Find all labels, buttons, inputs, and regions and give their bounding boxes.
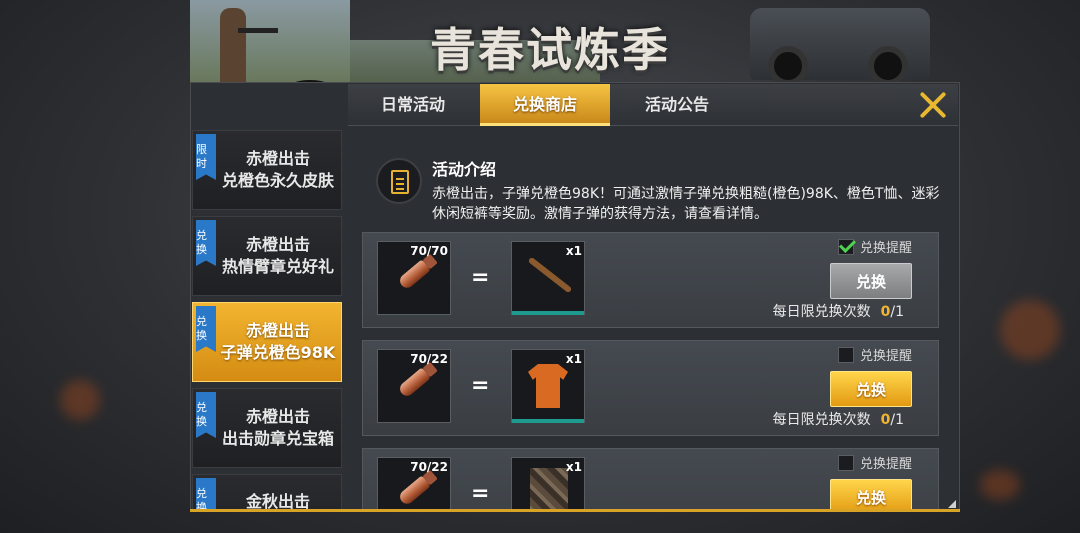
exchange-row: 70/22 = x1 兑换提醒 兑换 bbox=[362, 448, 939, 510]
reward-count: x1 bbox=[565, 244, 582, 258]
ember-decoration bbox=[980, 470, 1020, 500]
reward-slot[interactable]: x1 bbox=[511, 241, 585, 315]
remind-toggle[interactable]: 兑换提醒 bbox=[837, 345, 912, 364]
rarity-bar bbox=[512, 311, 584, 315]
cost-slot: 70/22 bbox=[377, 349, 451, 423]
tab-daily-activities[interactable]: 日常活动 bbox=[348, 84, 478, 126]
sidebar-item-orange-skin[interactable]: 限时 赤橙出击 兑橙色永久皮肤 bbox=[192, 130, 342, 210]
document-icon bbox=[376, 158, 422, 204]
exchange-content: 活动介绍 赤橙出击，子弹兑橙色98K！可通过激情子弹兑换粗糙(橙色)98K、橙色… bbox=[348, 128, 958, 510]
orange-tshirt-icon bbox=[528, 364, 568, 408]
sidebar-item-label: 金秋出击 bbox=[245, 492, 310, 510]
reward-count: x1 bbox=[565, 460, 582, 474]
equals-sign: = bbox=[471, 265, 490, 290]
sidebar-item-medal-chest[interactable]: 兑换 赤橙出击 出击勋章兑宝箱 bbox=[192, 388, 342, 468]
cost-slot: 70/70 bbox=[377, 241, 451, 315]
event-banner: 青春试炼季 bbox=[190, 0, 960, 125]
checkbox[interactable] bbox=[837, 454, 854, 471]
reward-count: x1 bbox=[565, 352, 582, 366]
remind-label: 兑换提醒 bbox=[859, 241, 912, 256]
tab-announcements[interactable]: 活动公告 bbox=[612, 84, 742, 126]
intro-title: 活动介绍 bbox=[432, 160, 497, 179]
sidebar-item-autumn[interactable]: 兑换 金秋出击 bbox=[192, 474, 342, 510]
intro-description: 赤橙出击，子弹兑橙色98K！可通过激情子弹兑换粗糙(橙色)98K、橙色T恤、迷彩… bbox=[432, 186, 940, 222]
equals-sign: = bbox=[471, 481, 490, 506]
remind-label: 兑换提醒 bbox=[859, 457, 912, 472]
cost-slot: 70/22 bbox=[377, 457, 451, 510]
remind-label: 兑换提醒 bbox=[859, 349, 912, 364]
ember-decoration bbox=[60, 380, 100, 420]
bullet-icon bbox=[397, 367, 431, 399]
banner-title: 青春试炼季 bbox=[430, 23, 670, 77]
cost-count: 70/22 bbox=[410, 352, 448, 366]
camo-shorts-icon bbox=[530, 468, 568, 510]
exchange-button[interactable]: 兑换 bbox=[830, 263, 912, 299]
tab-exchange-shop[interactable]: 兑换商店 bbox=[480, 84, 610, 126]
rarity-bar bbox=[512, 419, 584, 423]
daily-limit: 每日限兑换次数 0/1 bbox=[772, 412, 904, 428]
ember-decoration bbox=[1000, 300, 1060, 360]
panel-bottom-border bbox=[190, 509, 960, 512]
exchange-button[interactable]: 兑换 bbox=[830, 479, 912, 510]
corner-indicator-icon bbox=[948, 500, 956, 508]
sidebar: 限时 赤橙出击 兑橙色永久皮肤 兑换 赤橙出击 热情臂章兑好礼 兑换 赤橙出击 子弹兑… bbox=[190, 128, 344, 510]
tab-bar: 日常活动 兑换商店 活动公告 bbox=[348, 84, 958, 126]
sidebar-item-label: 赤橙出击 热情臂章兑好礼 bbox=[221, 235, 334, 276]
daily-limit: 每日限兑换次数 0/1 bbox=[772, 304, 904, 320]
cost-count: 70/22 bbox=[410, 460, 448, 474]
bullet-icon bbox=[397, 259, 431, 291]
rifle-98k-icon bbox=[527, 256, 573, 294]
remind-toggle[interactable]: 兑换提醒 bbox=[837, 453, 912, 472]
checkbox[interactable] bbox=[837, 238, 854, 255]
sidebar-item-label: 赤橙出击 出击勋章兑宝箱 bbox=[221, 407, 334, 448]
remind-toggle[interactable]: 兑换提醒 bbox=[837, 237, 912, 256]
sidebar-item-armband[interactable]: 兑换 赤橙出击 热情臂章兑好礼 bbox=[192, 216, 342, 296]
cost-count: 70/70 bbox=[410, 244, 448, 258]
checkbox[interactable] bbox=[837, 346, 854, 363]
sidebar-item-label: 赤橙出击 兑橙色永久皮肤 bbox=[221, 149, 334, 190]
bullet-icon bbox=[397, 475, 431, 507]
banner-truck-art bbox=[750, 8, 930, 86]
exchange-button[interactable]: 兑换 bbox=[830, 371, 912, 407]
sidebar-item-label: 赤橙出击 子弹兑橙色98K bbox=[220, 321, 336, 362]
close-icon[interactable] bbox=[918, 90, 948, 120]
equals-sign: = bbox=[471, 373, 490, 398]
exchange-row: 70/22 = x1 兑换提醒 兑换 每日限兑换次数 0/1 bbox=[362, 340, 939, 436]
sidebar-item-bullet-98k[interactable]: 兑换 赤橙出击 子弹兑橙色98K bbox=[192, 302, 342, 382]
reward-slot[interactable]: x1 bbox=[511, 349, 585, 423]
reward-slot[interactable]: x1 bbox=[511, 457, 585, 510]
exchange-row: 70/70 = x1 兑换提醒 兑换 每日限兑换次数 0/1 bbox=[362, 232, 939, 328]
